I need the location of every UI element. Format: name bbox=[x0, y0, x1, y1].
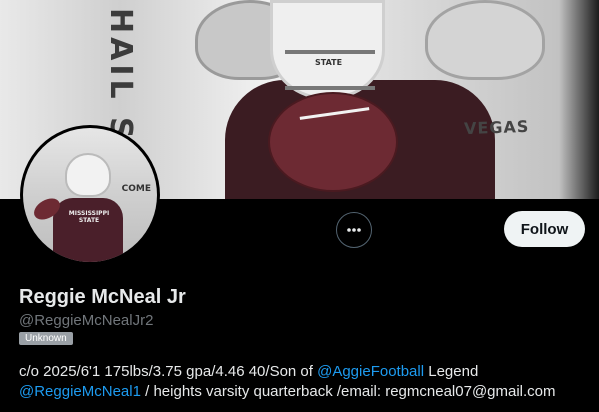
more-horizontal-icon bbox=[347, 228, 361, 232]
bio-mention-aggiefootball[interactable]: @AggieFootball bbox=[317, 363, 424, 380]
bio-text: c/o 2025/6'1 175lbs/3.75 gpa/4.46 40/Son… bbox=[19, 363, 318, 380]
avatar-image: COME MISSISSIPPI STATE bbox=[23, 128, 157, 262]
follow-button[interactable]: Follow bbox=[504, 211, 585, 247]
bio-mention-reggiemcneal1[interactable]: @ReggieMcNeal1 bbox=[19, 383, 141, 400]
avatar-jersey bbox=[53, 198, 123, 262]
banner-wall-text: HAIL S bbox=[103, 8, 138, 143]
more-options-button[interactable] bbox=[336, 212, 372, 248]
profile-handle: @ReggieMcNealJr2 bbox=[19, 312, 154, 329]
bio-text: / heights varsity quarterback /email: re… bbox=[140, 383, 556, 400]
profile-name: Reggie McNeal Jr bbox=[19, 286, 186, 308]
banner-football bbox=[268, 92, 398, 192]
bio-text: Legend bbox=[424, 363, 479, 380]
avatar-jersey-text: MISSISSIPPI STATE bbox=[68, 210, 110, 224]
avatar[interactable]: COME MISSISSIPPI STATE bbox=[20, 125, 160, 265]
avatar-helmet bbox=[65, 153, 111, 197]
profile-bio: c/o 2025/6'1 175lbs/3.75 gpa/4.46 40/Son… bbox=[19, 362, 589, 402]
banner-background-helmet bbox=[425, 0, 545, 80]
banner-facemask bbox=[285, 50, 375, 90]
banner-sign-text: VEGAS bbox=[463, 116, 530, 139]
status-badge: Unknown bbox=[19, 332, 73, 345]
avatar-sign-text: COME bbox=[121, 184, 151, 194]
banner-edge-shadow bbox=[559, 0, 599, 199]
